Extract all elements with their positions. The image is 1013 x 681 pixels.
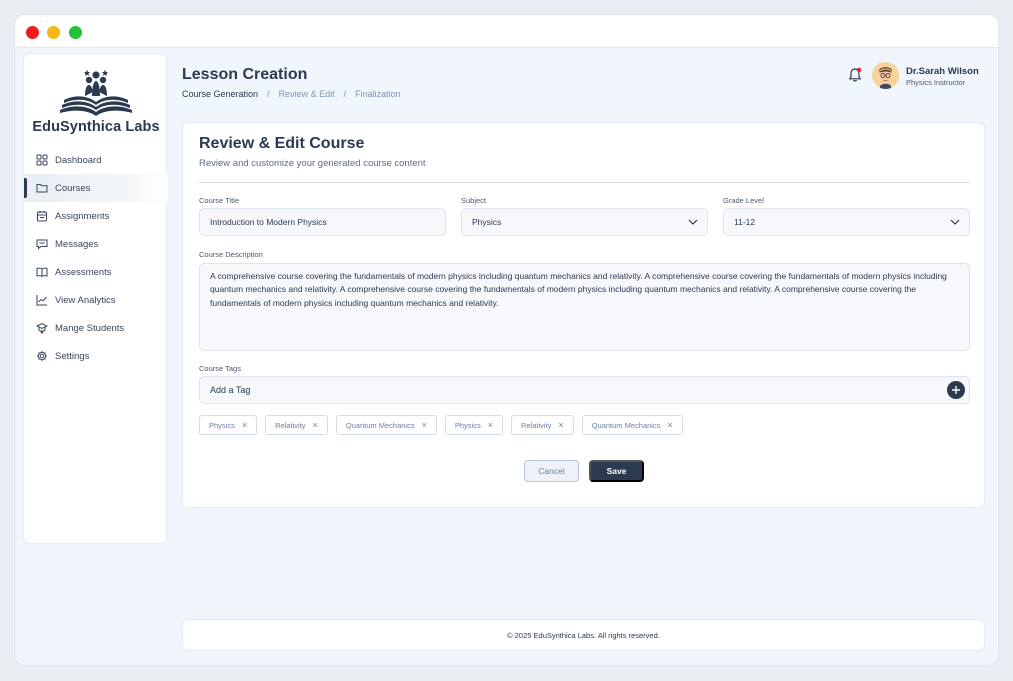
divider: [199, 182, 970, 183]
sidebar-item-label: Settings: [55, 350, 90, 362]
grade-level-select[interactable]: 11-12: [723, 208, 970, 236]
folder-icon: [35, 182, 48, 195]
brand-name: EduSynthica Labs: [32, 119, 160, 135]
tag-chip: Quantum Mechanics ×: [581, 415, 683, 435]
tag-label: Physics: [454, 420, 481, 430]
user-role: Physics Instructor: [906, 78, 966, 87]
breadcrumb: Course Generation / Review & Edit / Fina…: [182, 89, 401, 99]
tag-label: Relativity: [520, 420, 552, 430]
remove-tag-icon[interactable]: ×: [667, 420, 672, 430]
notification-bell-icon[interactable]: [848, 67, 862, 83]
chevron-down-icon: [688, 219, 698, 225]
tag-label: Quantum Mechanics: [591, 420, 661, 430]
brand-logo-icon: [60, 70, 132, 116]
page-title: Lesson Creation: [182, 66, 308, 83]
sidebar-item-label: Mange Students: [55, 322, 125, 334]
footer: © 2025 EduSynthica Labs. All rights rese…: [182, 619, 985, 651]
title-bar: [15, 15, 998, 48]
sidebar-item-dashboard[interactable]: Dashboard: [24, 146, 168, 174]
tag-chip: Physics ×: [199, 415, 258, 435]
sidebar-item-assessments[interactable]: Assessments: [24, 258, 168, 286]
sidebar-item-label: Assessments: [55, 266, 112, 278]
book-icon: [35, 266, 48, 279]
subject-label: Subject: [461, 196, 487, 205]
course-description-textarea[interactable]: A comprehensive course covering the fund…: [199, 263, 970, 351]
sidebar-item-settings[interactable]: Settings: [24, 342, 168, 370]
message-icon: [35, 238, 48, 251]
sidebar-item-manage-students[interactable]: Mange Students: [24, 314, 168, 342]
app-window: EduSynthica Labs Dashboard Courses Assig…: [15, 15, 998, 665]
course-tags-label: Course Tags: [199, 364, 241, 373]
minimize-window-button[interactable]: [47, 26, 60, 39]
sidebar: EduSynthica Labs Dashboard Courses Assig…: [23, 53, 168, 544]
sidebar-item-label: Courses: [55, 182, 91, 194]
tag-chip: Quantum Mechanics ×: [335, 415, 437, 435]
review-edit-card: Review & Edit Course Review and customiz…: [182, 122, 985, 508]
chevron-down-icon: [950, 219, 960, 225]
subject-value: Physics: [472, 217, 502, 227]
plus-icon: [952, 386, 960, 394]
sidebar-item-courses[interactable]: Courses: [24, 174, 168, 202]
breadcrumb-separator: /: [267, 89, 270, 99]
course-title-label: Course Title: [199, 196, 240, 205]
tag-input-placeholder: Add a Tag: [210, 385, 251, 395]
sidebar-item-label: Messages: [55, 238, 99, 250]
gear-icon: [35, 350, 48, 363]
copyright-text: © 2025 EduSynthica Labs. All rights rese…: [507, 630, 660, 640]
sidebar-item-label: Dashboard: [55, 154, 102, 166]
tag-input[interactable]: Add a Tag: [199, 376, 970, 404]
chart-line-icon: [35, 294, 48, 307]
remove-tag-icon[interactable]: ×: [242, 420, 247, 430]
sidebar-nav: Dashboard Courses Assignments Messages A…: [24, 146, 168, 370]
sidebar-item-label: Assignments: [55, 210, 110, 222]
sidebar-item-assignments[interactable]: Assignments: [24, 202, 168, 230]
tag-chip: Relativity ×: [265, 415, 328, 435]
sidebar-item-view-analytics[interactable]: View Analytics: [24, 286, 168, 314]
avatar[interactable]: [872, 62, 899, 89]
breadcrumb-finalization[interactable]: Finalization: [355, 89, 401, 99]
tag-label: Relativity: [275, 420, 306, 430]
tag-label: Quantum Mechanics: [345, 420, 415, 430]
subject-select[interactable]: Physics: [461, 208, 708, 236]
tag-chip: Physics ×: [444, 415, 503, 435]
remove-tag-icon[interactable]: ×: [488, 420, 493, 430]
card-title: Review & Edit Course: [199, 135, 365, 152]
grid-icon: [35, 154, 48, 167]
save-button[interactable]: Save: [589, 460, 644, 482]
card-subtitle: Review and customize your generated cour…: [199, 158, 426, 169]
maximize-window-button[interactable]: [69, 26, 82, 39]
course-title-input[interactable]: Introduction to Modern Physics: [199, 208, 446, 236]
tag-chip: Relativity ×: [510, 415, 574, 435]
remove-tag-icon[interactable]: ×: [558, 420, 563, 430]
course-title-value: Introduction to Modern Physics: [210, 217, 327, 227]
add-tag-button[interactable]: [947, 381, 965, 399]
graduation-cap-icon: [35, 322, 48, 335]
course-description-label: Course Description: [199, 250, 263, 259]
remove-tag-icon[interactable]: ×: [313, 420, 318, 430]
user-name: Dr.Sarah Wilson: [906, 66, 979, 77]
breadcrumb-review-edit[interactable]: Review & Edit: [279, 89, 335, 99]
sidebar-item-label: View Analytics: [55, 294, 116, 306]
breadcrumb-course-generation[interactable]: Course Generation: [182, 89, 258, 99]
sidebar-item-messages[interactable]: Messages: [24, 230, 168, 258]
cancel-button[interactable]: Cancel: [524, 460, 579, 482]
tag-label: Physics: [209, 420, 235, 430]
grade-level-label: Grade Level: [723, 196, 764, 205]
breadcrumb-separator: /: [343, 89, 347, 99]
grade-level-value: 11-12: [734, 217, 756, 227]
clipboard-icon: [35, 210, 48, 223]
tag-list: Physics × Relativity × Quantum Mechanics × …: [199, 415, 683, 435]
remove-tag-icon[interactable]: ×: [422, 420, 427, 430]
close-window-button[interactable]: [26, 26, 39, 39]
